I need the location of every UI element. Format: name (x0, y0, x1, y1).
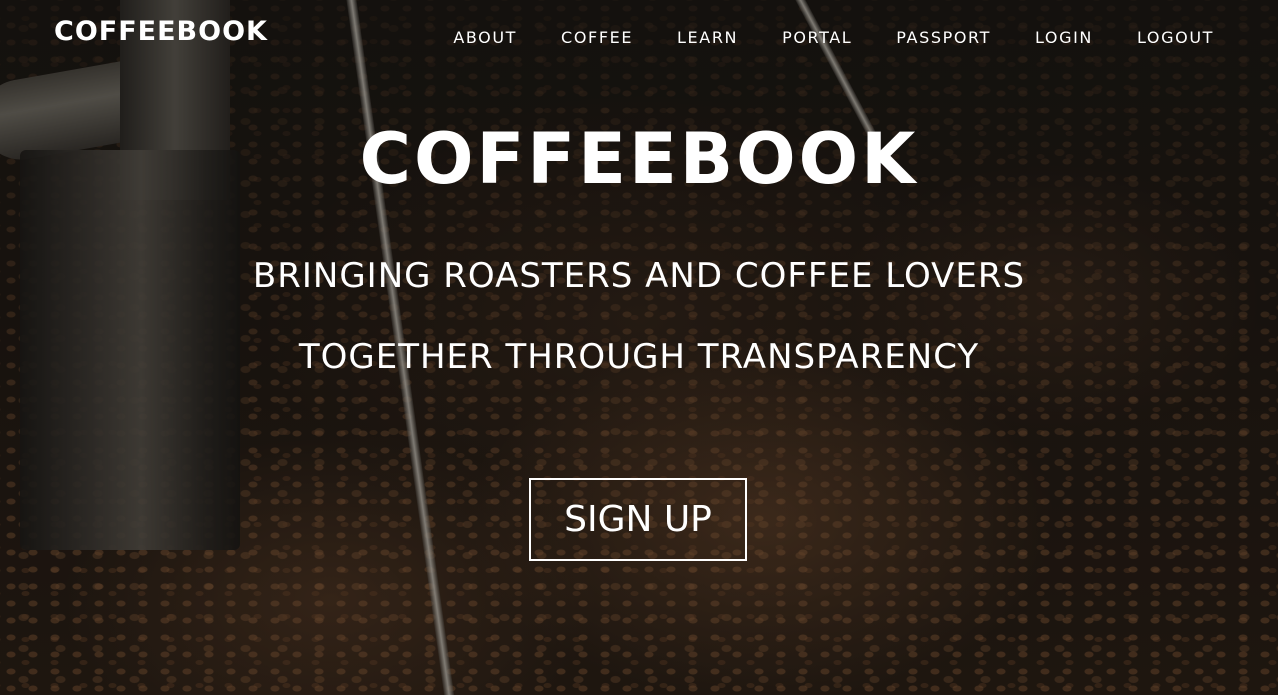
nav-item-login[interactable]: LOGIN (1035, 28, 1093, 47)
brand-logo-link[interactable]: COFFEEBOOK (54, 16, 268, 47)
hero-title: COFFEEBOOK (359, 118, 919, 200)
nav-item-portal[interactable]: PORTAL (782, 28, 852, 47)
sign-up-button[interactable]: SIGN UP (529, 478, 747, 561)
hero-tagline-line-1: BRINGING ROASTERS AND COFFEE LOVERS (252, 256, 1026, 296)
nav-item-passport[interactable]: PASSPORT (896, 28, 991, 47)
hero-section: COFFEEBOOK ABOUT COFFEE LEARN PORTAL PAS… (0, 0, 1278, 695)
main-nav: ABOUT COFFEE LEARN PORTAL PASSPORT LOGIN… (409, 28, 1214, 47)
nav-item-coffee[interactable]: COFFEE (561, 28, 633, 47)
nav-item-learn[interactable]: LEARN (677, 28, 738, 47)
nav-item-about[interactable]: ABOUT (453, 28, 517, 47)
hero-tagline-line-2: TOGETHER THROUGH TRANSPARENCY (298, 337, 980, 377)
nav-item-logout[interactable]: LOGOUT (1137, 28, 1214, 47)
